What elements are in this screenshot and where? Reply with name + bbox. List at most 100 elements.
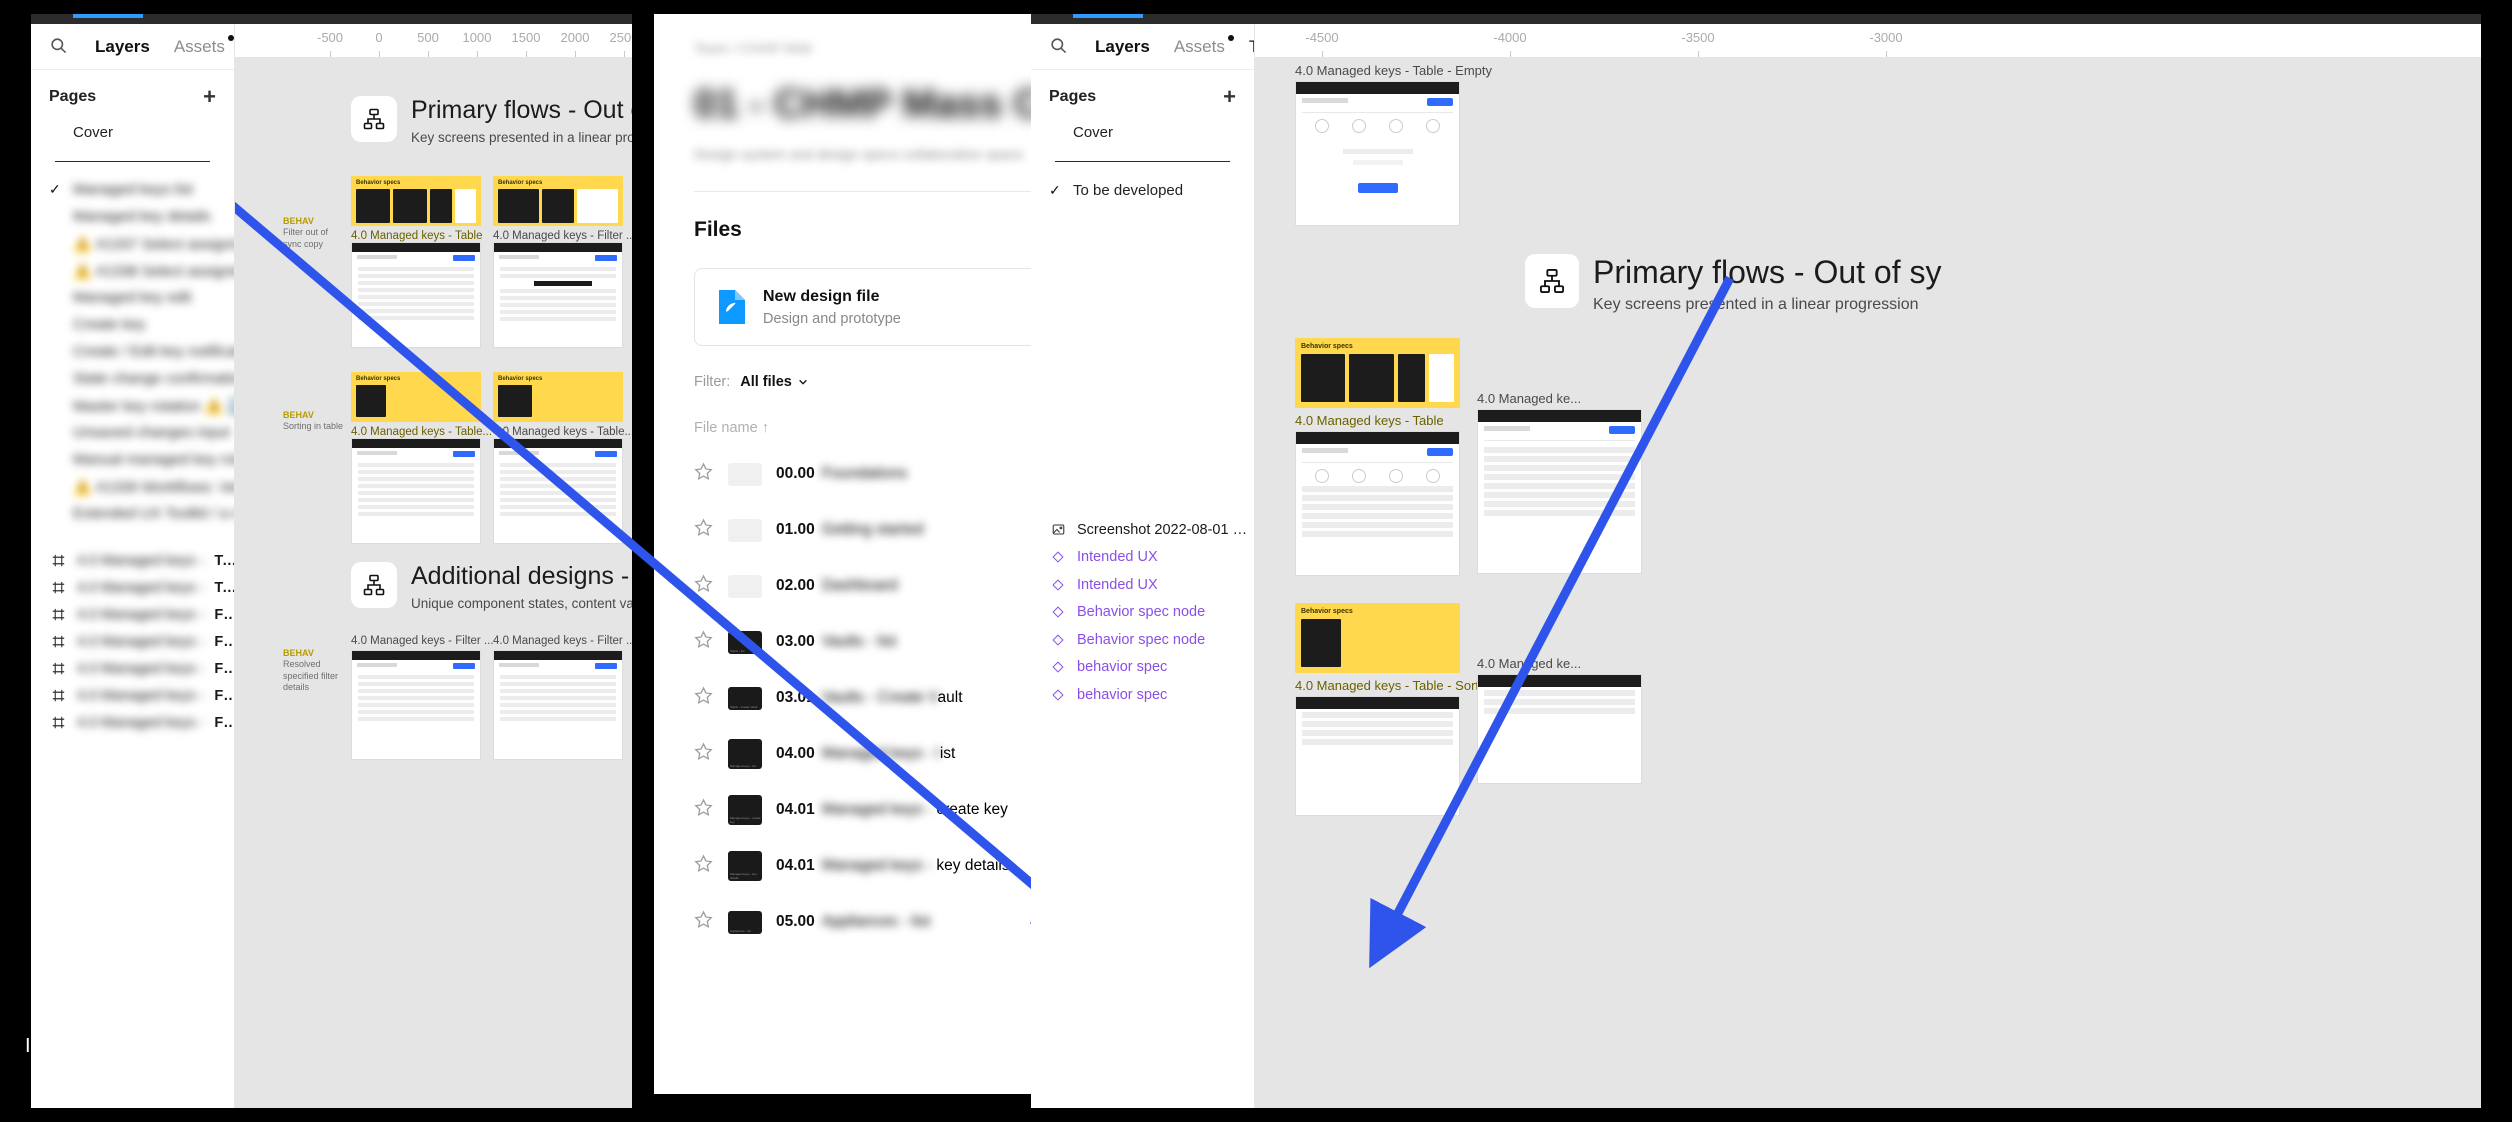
page-item[interactable]: Managed key details: [31, 203, 234, 230]
note-heading: BEHAV: [283, 648, 314, 658]
layer-name: Table: [214, 552, 234, 569]
note-heading: BEHAV: [283, 410, 314, 420]
star-icon[interactable]: [694, 798, 728, 822]
canvas-frame[interactable]: Behavior specs 4.0 Managed keys - Table: [351, 176, 482, 348]
layer-row[interactable]: Screenshot 2022-08-01 at 10.20 1: [1031, 516, 1254, 544]
canvas-frame[interactable]: 4.0 Managed keys - Filter ...: [351, 635, 494, 760]
page-item[interactable]: ✓ Managed keys list: [31, 176, 234, 203]
star-icon[interactable]: [694, 742, 728, 766]
page-item[interactable]: Manual managed key rotation ...: [31, 446, 234, 473]
page-item[interactable]: ⚠️ #1339 Workflows: Versions ...: [31, 473, 234, 500]
layer-name: Filter panel - ...: [214, 606, 234, 623]
flow-diagram-icon: [351, 96, 397, 142]
breadcrumb-text: Team / CHAR Web: [694, 40, 812, 56]
layer-row[interactable]: 4.0 Managed keys - Table: [31, 547, 234, 574]
component-icon: [1049, 551, 1067, 563]
horizontal-ruler[interactable]: -500 0 500 1000 1500 2000 2500: [235, 24, 632, 58]
layer-row[interactable]: behavior spec: [1031, 681, 1254, 709]
canvas-section-additional-designs[interactable]: Additional designs - Out of sync Unique …: [351, 562, 632, 611]
add-page-button[interactable]: +: [203, 86, 216, 108]
search-icon[interactable]: [49, 36, 71, 58]
frame-thumb-yellow: Behavior specs: [1295, 603, 1460, 673]
layer-row[interactable]: 4.0 Managed keys - Filter panel - ...: [31, 628, 234, 655]
tab-current-page[interactable]: To be de...: [1249, 37, 1254, 57]
ruler-tick-label: 2500: [609, 30, 632, 45]
flow-diagram-icon: [351, 562, 397, 608]
tab-assets[interactable]: Assets: [1174, 34, 1234, 57]
layer-row[interactable]: 4.0 Managed keys - Filter panel - ...: [31, 601, 234, 628]
page-item[interactable]: ⚠️ #1337 Select assign/unassi...: [31, 230, 234, 257]
file-name-visible: ist: [939, 745, 956, 763]
right-window-titlebar: [1031, 14, 2481, 24]
canvas-frame[interactable]: Behavior specs 4.0 Managed keys - Filter…: [493, 176, 632, 348]
layer-row[interactable]: behavior spec: [1031, 654, 1254, 682]
ruler-tick: [1510, 51, 1511, 57]
page-item[interactable]: Unsaved changes input: [31, 419, 234, 446]
canvas-frame[interactable]: Behavior specs 4.0 Managed keys - Table …: [1295, 603, 1497, 816]
tab-assets[interactable]: Assets: [174, 34, 234, 57]
star-icon[interactable]: [694, 910, 728, 934]
frame-thumb: [1295, 431, 1460, 576]
layer-row[interactable]: Behavior spec node: [1031, 599, 1254, 627]
layer-row[interactable]: Behavior spec node: [1031, 626, 1254, 654]
page-item[interactable]: Create / Edit key notifications: [31, 338, 234, 365]
frame-thumb-yellow: Behavior specs: [1295, 338, 1460, 408]
filter-dropdown[interactable]: All files: [740, 374, 808, 390]
canvas-frame[interactable]: 4.0 Managed ke...: [1477, 656, 1642, 784]
canvas-section-primary-flows[interactable]: Primary flows - Out of sy Key screens pr…: [1525, 254, 1942, 314]
filter-label: Filter:: [694, 374, 731, 391]
layer-name: behavior spec: [1077, 659, 1168, 676]
assets-modified-dot: [1227, 34, 1234, 41]
star-icon[interactable]: [694, 630, 728, 654]
section-title: Primary flows - Out of sy: [1593, 254, 1942, 290]
star-icon[interactable]: [694, 462, 728, 486]
layer-row[interactable]: Intended UX: [1031, 571, 1254, 599]
page-item[interactable]: ⚠️ #1338 Select assigning and ...: [31, 257, 234, 284]
layer-row[interactable]: 4.0 Managed keys - Filter panel - ...: [31, 682, 234, 709]
layer-row[interactable]: 4.0 Managed keys - Filter panel - ...: [31, 709, 234, 736]
canvas-frame[interactable]: Behavior specs 4.0 Managed keys - Table: [1295, 338, 1460, 576]
file-thumbnail: Vaults - list: [728, 630, 762, 654]
add-page-button[interactable]: +: [1223, 86, 1236, 108]
tab-layers[interactable]: Layers: [95, 37, 150, 57]
canvas-section-primary-flows[interactable]: Primary flows - Out of sync Key screens …: [351, 96, 632, 145]
left-layers-panel: Layers Assets Manage... Pages + Cov: [31, 24, 235, 1108]
right-panel-tabbar: Layers Assets To be de...: [1031, 24, 1254, 70]
design-canvas[interactable]: Primary flows - Out of sync Key screens …: [235, 58, 632, 1108]
search-icon[interactable]: [1049, 36, 1071, 58]
canvas-frame[interactable]: 4.0 Managed keys - Table - Empty: [1295, 63, 1492, 226]
tab-layers[interactable]: Layers: [1095, 37, 1150, 57]
layer-name-prefix: 4.0 Managed keys -: [77, 606, 205, 623]
star-icon[interactable]: [694, 854, 728, 878]
page-item[interactable]: Extended UX Toolkit / a manag...: [31, 500, 234, 527]
star-icon[interactable]: [694, 518, 728, 542]
canvas-frame[interactable]: 4.0 Managed keys - Filter ...: [493, 635, 632, 760]
layer-name: Intended UX: [1077, 576, 1158, 593]
frame-label: 4.0 Managed ke...: [1477, 656, 1582, 671]
pages-divider: [55, 161, 210, 162]
file-name-blurred: Vaults - Create V: [821, 689, 938, 707]
page-item-cover[interactable]: Cover: [1031, 118, 1254, 147]
star-icon[interactable]: [694, 686, 728, 710]
layer-row[interactable]: Intended UX: [1031, 544, 1254, 572]
right-canvas-area: -4500-4000-3500-3000 -9000-8500-8000-750…: [1255, 24, 2481, 1108]
file-number: 00.00: [776, 465, 815, 483]
layer-row[interactable]: 4.0 Managed keys - Filter panel o...: [31, 655, 234, 682]
canvas-frame[interactable]: 4.0 Managed ke...: [1477, 391, 1642, 574]
layer-name: Screenshot 2022-08-01 at 10.20 1: [1077, 521, 1254, 538]
star-icon[interactable]: [694, 574, 728, 598]
layer-row[interactable]: 4.0 Managed keys - Table - Filter...: [31, 574, 234, 601]
left-canvas-area: -500 0 500 1000 1500 2000 2500 0 500 1000 1500 200…: [235, 24, 632, 1108]
canvas-frame[interactable]: Behavior specs 4.0 Managed keys - Table.…: [493, 372, 632, 544]
design-canvas[interactable]: 4.0 Managed keys - Table - Empty Primary…: [1255, 58, 2481, 1108]
page-item-to-be-developed[interactable]: ✓ To be developed: [1031, 176, 1254, 205]
page-item[interactable]: Master key rotation ⚠️ 🔄: [31, 392, 234, 419]
ruler-tick-label: -3500: [1681, 30, 1715, 45]
page-item[interactable]: State change confirmation mod...: [31, 365, 234, 392]
page-item[interactable]: Create key: [31, 311, 234, 338]
page-item-cover[interactable]: Cover: [31, 118, 234, 147]
ruler-tick: [1886, 51, 1887, 57]
page-item[interactable]: Managed key edit: [31, 284, 234, 311]
canvas-frame[interactable]: Behavior specs 4.0 Managed keys - Table.…: [351, 372, 492, 544]
horizontal-ruler[interactable]: -4500 -4000 -3500 -3000: [1255, 24, 2481, 58]
